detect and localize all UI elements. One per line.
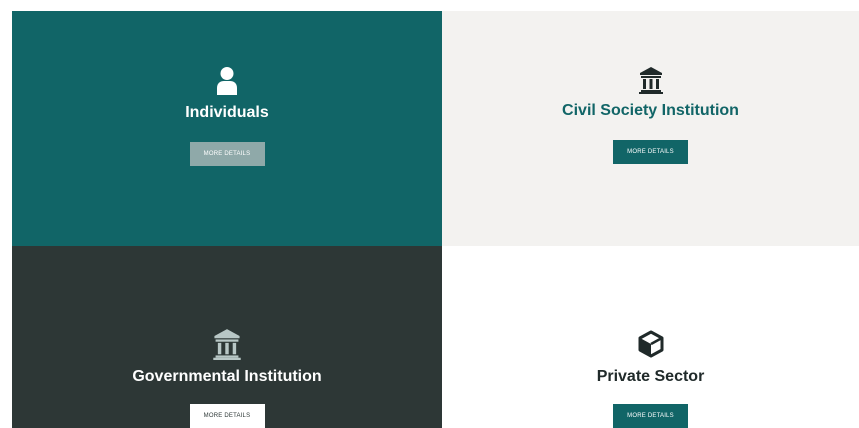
category-title: Individuals <box>185 104 269 121</box>
category-card-private-sector: Private Sector MORE DETAILS <box>442 246 859 428</box>
cube-icon <box>638 330 663 358</box>
more-details-button[interactable]: MORE DETAILS <box>189 404 265 428</box>
category-card-individuals: Individuals MORE DETAILS <box>12 11 442 246</box>
category-title: Governmental Institution <box>132 368 322 385</box>
more-details-button[interactable]: MORE DETAILS <box>613 404 688 428</box>
institution-icon <box>638 67 663 94</box>
more-details-button[interactable]: MORE DETAILS <box>613 140 688 164</box>
user-icon <box>217 67 237 95</box>
category-title: Private Sector <box>596 368 705 385</box>
category-card-civil-society: Civil Society Institution MORE DETAILS <box>442 11 859 246</box>
category-card-governmental: Governmental Institution MORE DETAILS <box>12 246 442 428</box>
category-grid: Individuals MORE DETAILS Civil Society I… <box>12 11 859 428</box>
category-title: Civil Society Institution <box>562 102 739 119</box>
institution-icon <box>213 329 241 360</box>
more-details-button[interactable]: MORE DETAILS <box>189 142 265 166</box>
